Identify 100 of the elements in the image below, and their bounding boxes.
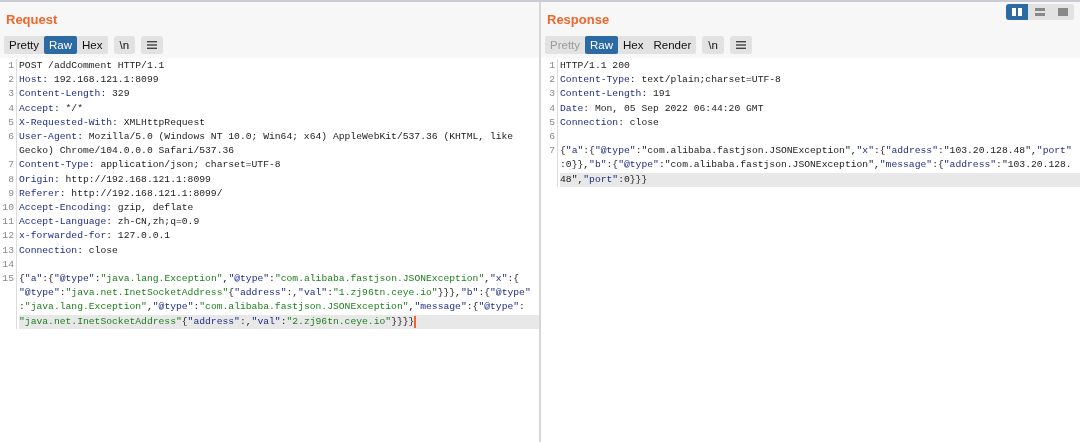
view-tab[interactable]: Raw — [585, 36, 619, 54]
code-text: :"com.alibaba.fastjson.JSONException", — [658, 158, 880, 173]
code-text: Connection — [19, 243, 78, 258]
code-text: "x" — [856, 144, 874, 159]
code-text: User-Agent — [19, 130, 78, 144]
code-text: :{ — [583, 144, 595, 159]
code-text: : — [19, 300, 25, 315]
code-text: Content-Type — [19, 158, 89, 173]
code-text: "com.alibaba.fastjson.JSONException" — [274, 272, 485, 286]
code-text: { — [228, 286, 235, 301]
code-text: POST /addComment HTTP/1.1 — [19, 59, 165, 73]
code-text: :, — [286, 286, 299, 301]
view-tab[interactable]: Raw — [44, 36, 78, 54]
code-text: Gecko) Chrome/104.0.0.0 Safari/537.36 — [19, 144, 235, 159]
code-text: HTTP/1.1 200 — [560, 59, 630, 73]
code-text: "@type" — [53, 272, 95, 286]
code-text: x-forwarded-for — [19, 229, 107, 244]
code-text: "message" — [414, 300, 467, 315]
code-text: :"com.alibaba.fastjson.JSONException", — [635, 144, 857, 159]
code-text: "@type" — [618, 158, 659, 173]
code-text: : gzip, deflate — [106, 201, 194, 215]
code-text: "val" — [298, 286, 328, 301]
code-text: Accept-Language — [19, 215, 107, 230]
line-number: 1 — [548, 59, 556, 73]
code-text: :0}}, — [560, 158, 590, 173]
code-text: : 192.168.121.1:8099 — [42, 73, 159, 88]
code-text: : 191 — [641, 87, 671, 102]
code-text: :0}}} — [618, 172, 648, 187]
menu-button[interactable] — [729, 36, 752, 54]
line-number: 13 — [1, 243, 15, 258]
code-text: Accept — [19, 101, 54, 116]
menu-button[interactable] — [141, 36, 164, 54]
code-text: Host — [19, 73, 43, 88]
code-text: : — [269, 272, 275, 286]
code-text: "port" — [1036, 144, 1072, 159]
code-text: Content-Type — [560, 73, 630, 88]
code-text: "@type" — [19, 286, 60, 301]
layout-button[interactable] — [1006, 4, 1028, 20]
code-text: Content-Length — [560, 87, 642, 102]
code-text: { — [560, 144, 566, 159]
line-number: 11 — [1, 215, 15, 230]
code-text: { — [19, 272, 25, 286]
code-text: "@type" — [228, 272, 270, 286]
line-number: 1 — [7, 59, 15, 73]
code-text: , — [222, 272, 229, 286]
code-text: }}}, — [437, 286, 461, 301]
line-number: 6 — [548, 130, 556, 144]
code-text: "b" — [460, 286, 479, 301]
code-text: : */* — [53, 101, 83, 116]
code-text: "java.net.InetSocketAddress" — [19, 314, 182, 329]
code-text: Accept-Encoding — [19, 201, 107, 215]
code-text: : — [280, 314, 287, 329]
code-text: Origin — [19, 172, 54, 187]
panel-title: Request — [6, 11, 58, 27]
code-text: "@type" — [490, 286, 531, 301]
line-number: 4 — [7, 101, 15, 116]
code-text: , — [484, 272, 491, 286]
rows-icon — [1035, 8, 1045, 16]
line-number: 9 — [7, 186, 15, 201]
code-text: { — [181, 314, 188, 329]
code-text: : XMLHttpRequest — [112, 115, 206, 130]
code-text: : application/json; charset=UTF-8 — [88, 158, 281, 173]
line-number: 12 — [1, 229, 15, 244]
code-text: : http://192.168.121.1:8099/ — [59, 186, 223, 201]
code-text: "val" — [251, 314, 281, 329]
code-text: : — [193, 300, 200, 315]
code-text: :{ — [478, 286, 491, 301]
code-text: X-Requested-With — [19, 115, 112, 130]
code-text: "b" — [589, 158, 607, 173]
line-number: 5 — [7, 115, 15, 130]
code-text: :"103.20.128.48", — [937, 144, 1037, 159]
code-text: 48", — [560, 172, 584, 187]
code-text: "java.net.InetSocketAddress" — [65, 286, 229, 301]
code-text: :{ — [42, 272, 54, 286]
menu-icon — [147, 41, 158, 49]
columns-icon — [1012, 8, 1022, 16]
code-text: "x" — [490, 272, 508, 286]
code-text: "@type" — [152, 300, 194, 315]
line-number: 10 — [1, 201, 15, 215]
code-text: "@type" — [594, 144, 636, 159]
code-text: , — [408, 300, 415, 315]
line-number: 6 — [7, 130, 15, 144]
line-number: 2 — [548, 73, 556, 88]
code-text: :, — [239, 314, 252, 329]
code-text: "address" — [234, 286, 287, 301]
code-text: "1.zj96tn.ceye.io" — [333, 286, 438, 301]
newline-button[interactable]: \n — [113, 36, 136, 54]
code-text: : — [94, 272, 101, 286]
code-text: "address" — [885, 144, 938, 159]
line-number: 15 — [1, 272, 15, 286]
code-text: Date — [560, 101, 584, 116]
code-text: "address" — [943, 158, 997, 173]
code-text: : 127.0.0.1 — [106, 229, 171, 244]
code-text: "a" — [24, 272, 43, 286]
code-text: Referer — [19, 186, 60, 201]
code-text: :{ — [466, 300, 479, 315]
newline-button[interactable]: \n — [702, 36, 724, 54]
line-number: 4 — [548, 101, 556, 116]
code-text: }}}} — [391, 314, 415, 329]
code-text: "2.zj96tn.ceye.io" — [286, 314, 392, 329]
